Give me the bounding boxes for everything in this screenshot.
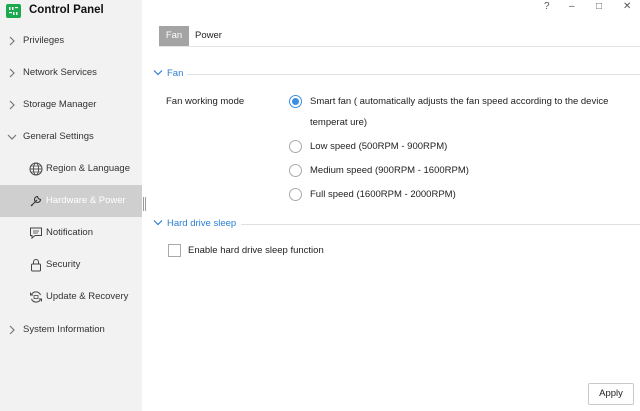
maximize-button[interactable]: □	[596, 1, 602, 12]
chevron-right-icon	[9, 68, 15, 78]
tab-divider	[159, 46, 640, 47]
chevron-right-icon	[9, 325, 15, 335]
sidebar-item-region-language[interactable]: Region & Language	[0, 153, 142, 185]
fan-mode-smart-label: Smart fan ( automatically adjusts the fa…	[310, 96, 609, 128]
fan-mode-full-label: Full speed (1600RPM - 2000RPM)	[310, 189, 456, 200]
fan-working-mode-label: Fan working mode	[166, 96, 245, 107]
chevron-down-icon	[7, 134, 17, 140]
chevron-right-icon	[9, 36, 15, 46]
section-divider	[187, 74, 640, 75]
tab-power[interactable]: Power	[195, 26, 235, 46]
sidebar-item-label: Update & Recovery	[46, 291, 129, 302]
sidebar-item-update-recovery[interactable]: Update & Recovery	[0, 281, 142, 313]
window-controls: ? – □ ✕	[530, 0, 640, 14]
app-title: Control Panel	[29, 4, 104, 16]
sidebar-item-label: General Settings	[23, 131, 94, 142]
sidebar-item-label: Network Services	[23, 67, 97, 78]
fan-mode-medium-radio[interactable]	[289, 164, 302, 177]
help-icon[interactable]: ?	[544, 1, 550, 12]
fan-mode-full-radio[interactable]	[289, 188, 302, 201]
sidebar-item-storage-manager[interactable]: Storage Manager	[0, 89, 142, 121]
sidebar-item-security[interactable]: Security	[0, 249, 142, 281]
sidebar-item-label: Notification	[46, 227, 93, 238]
sidebar-item-label: Storage Manager	[23, 99, 97, 110]
tab-fan[interactable]: Fan	[159, 26, 189, 46]
hdd-sleep-checkbox[interactable]	[168, 244, 181, 257]
globe-icon	[29, 162, 43, 176]
sidebar-item-label: Hardware & Power	[46, 195, 126, 206]
hdd-sleep-section-title: Hard drive sleep	[167, 218, 237, 229]
sidebar-item-privileges[interactable]: Privileges	[0, 25, 142, 57]
sidebar-item-label: System Information	[23, 324, 105, 335]
sidebar-item-general-settings[interactable]: General Settings	[0, 121, 142, 153]
fan-mode-low-label: Low speed (500RPM - 900RPM)	[310, 141, 448, 152]
sidebar-item-system-information[interactable]: System Information	[0, 314, 142, 346]
fan-mode-medium-option[interactable]: Medium speed (900RPM - 1600RPM)	[289, 164, 640, 180]
wrench-icon	[30, 195, 42, 207]
chevron-down-icon	[153, 70, 163, 76]
fan-section-title: Fan	[167, 68, 184, 79]
app-header: Control Panel	[0, 0, 142, 22]
sidebar-item-hardware-power[interactable]: Hardware & Power	[0, 185, 142, 217]
sidebar-item-network-services[interactable]: Network Services	[0, 57, 142, 89]
refresh-icon	[30, 291, 42, 303]
fan-section-header[interactable]: Fan	[153, 67, 640, 81]
sidebar-item-label: Region & Language	[46, 163, 130, 174]
hdd-sleep-checkbox-label[interactable]: Enable hard drive sleep function	[188, 245, 324, 256]
fan-mode-low-option[interactable]: Low speed (500RPM - 900RPM)	[289, 140, 640, 156]
sidebar-item-notification[interactable]: Notification	[0, 217, 142, 249]
nas-logo-icon	[6, 4, 21, 18]
message-icon	[30, 227, 42, 240]
sidebar-item-label: Privileges	[23, 35, 65, 46]
sidebar-item-label: Security	[46, 259, 81, 270]
fan-mode-medium-label: Medium speed (900RPM - 1600RPM)	[310, 165, 469, 176]
hdd-sleep-section-header[interactable]: Hard drive sleep	[153, 217, 640, 231]
lock-icon	[31, 259, 41, 272]
chevron-down-icon	[153, 220, 163, 226]
close-button[interactable]: ✕	[623, 1, 631, 12]
apply-button[interactable]: Apply	[588, 383, 634, 405]
sidebar: Control Panel Privileges Network Service…	[0, 0, 142, 411]
section-divider	[241, 224, 640, 225]
fan-mode-low-radio[interactable]	[289, 140, 302, 153]
fan-mode-full-option[interactable]: Full speed (1600RPM - 2000RPM)	[289, 188, 640, 204]
chevron-right-icon	[9, 100, 15, 110]
sidebar-resize-handle[interactable]	[143, 197, 146, 211]
minimize-button[interactable]: –	[569, 1, 575, 12]
fan-mode-smart-radio[interactable]	[289, 95, 302, 108]
fan-mode-smart-option[interactable]: Smart fan ( automatically adjusts the fa…	[289, 95, 640, 131]
